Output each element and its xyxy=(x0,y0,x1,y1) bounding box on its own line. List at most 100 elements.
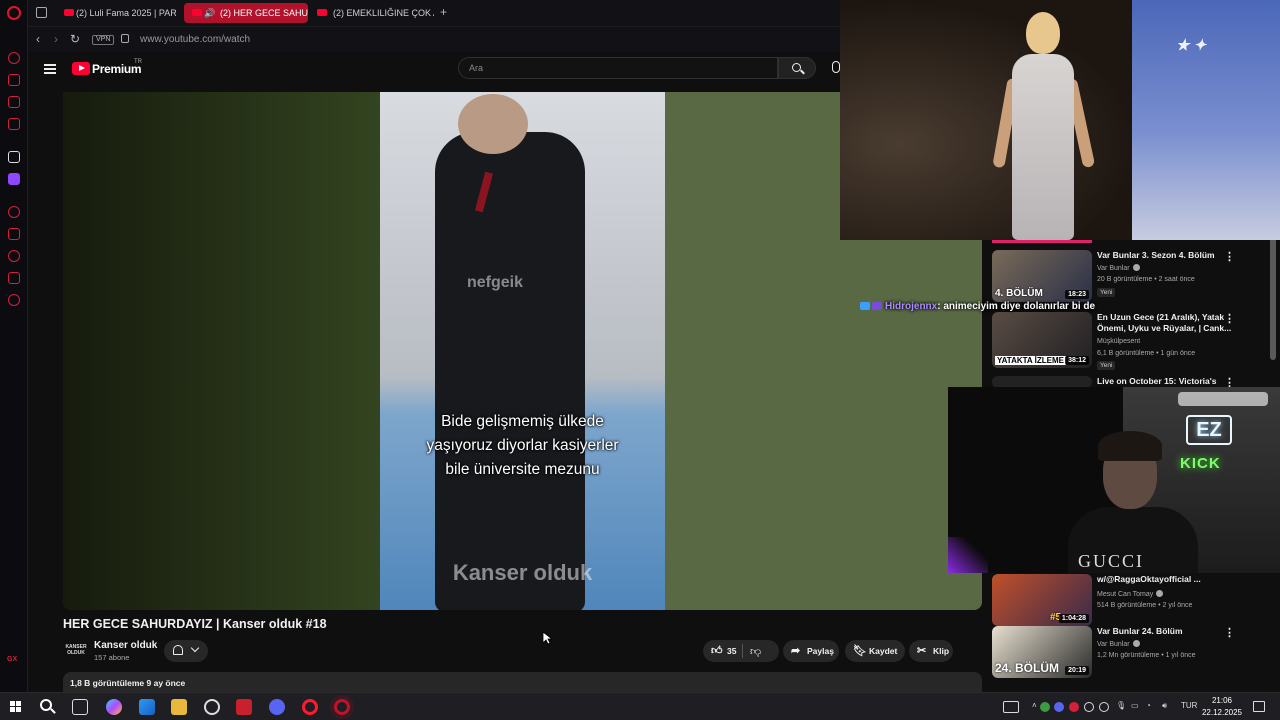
recommendation-item[interactable]: #5 1:04:28 w/@RaggaOktayofficial ... Mes… xyxy=(992,574,1267,626)
forward-button[interactable]: › xyxy=(54,32,58,46)
tab-her-gece-sahur[interactable]: 🔊 (2) HER GECE SAHUR xyxy=(184,3,308,23)
volume-icon[interactable]: 🔊︎ xyxy=(1162,701,1167,711)
discord-icon[interactable] xyxy=(269,699,285,715)
thumbnail-overlay-text: 4. BÖLÜM xyxy=(995,288,1043,299)
shirt-text: GUCCI xyxy=(1078,551,1145,571)
task-view-icon[interactable] xyxy=(72,699,88,715)
taskbar-search-icon[interactable] xyxy=(40,699,52,711)
youtube-logo-icon[interactable] xyxy=(72,62,90,75)
discord-tray-icon[interactable] xyxy=(1054,702,1064,712)
channel-name[interactable]: Kanser olduk xyxy=(94,640,157,651)
workspaces-icon[interactable] xyxy=(36,7,47,18)
windows-start-icon[interactable] xyxy=(10,701,22,713)
messenger-icon[interactable] xyxy=(8,96,20,108)
save-button[interactable]: 🔖︎ Kaydet xyxy=(845,640,905,662)
recommendation-thumbnail[interactable]: 24. BÖLÜM 20:19 xyxy=(992,626,1092,678)
more-vert-icon[interactable]: ⋮ xyxy=(1224,312,1235,325)
url-field[interactable]: www.youtube.com/watch xyxy=(140,34,250,45)
like-button[interactable]: 👍︎ 35 xyxy=(703,640,779,662)
tray-arrow-icon[interactable]: ˄ xyxy=(1032,701,1037,710)
reload-button[interactable]: ↻ xyxy=(70,32,80,46)
more-vert-icon[interactable]: ⋮ xyxy=(1224,250,1235,263)
thumbs-down-icon[interactable]: 👎︎ xyxy=(750,645,761,658)
recommendation-channel[interactable]: Var Bunlar xyxy=(1097,264,1140,272)
video-duration: 18:23 xyxy=(1065,290,1089,299)
nvidia-icon[interactable] xyxy=(1040,702,1050,712)
search-input[interactable] xyxy=(458,57,778,79)
outlook-icon[interactable] xyxy=(139,699,155,715)
opera-logo-icon[interactable] xyxy=(7,6,21,20)
back-button[interactable]: ‹ xyxy=(36,32,40,46)
refresh-icon[interactable] xyxy=(8,52,20,64)
recommendation-title[interactable]: En Uzun Gece (21 Aralık), Yatak Önemi, U… xyxy=(1097,312,1237,334)
recommendation-thumbnail[interactable]: #5 1:04:28 xyxy=(992,574,1092,626)
obs-icon[interactable] xyxy=(1099,702,1109,712)
thumbnail-overlay-text: YATAKTA İZLEME xyxy=(995,356,1066,365)
app-clock-icon[interactable] xyxy=(204,699,220,715)
notification-center-icon[interactable] xyxy=(1253,701,1265,712)
recommendation-thumbnail[interactable]: YATAKTA İZLEME 38:12 xyxy=(992,312,1092,368)
opera-gx-icon[interactable] xyxy=(334,699,350,715)
subtitle-line: Bide gelişmemiş ülkede xyxy=(441,413,604,430)
new-tab-button[interactable]: + xyxy=(440,5,447,19)
settings-icon[interactable] xyxy=(8,294,20,306)
lock-icon[interactable] xyxy=(121,34,129,43)
recommendation-channel[interactable]: Mesut Can Tomay xyxy=(1097,590,1164,598)
language-indicator[interactable]: TUR xyxy=(1181,701,1197,710)
wifi-icon[interactable]: ◔ xyxy=(1146,701,1151,710)
cam-purple-glow xyxy=(948,537,988,573)
new-badge: Yeni xyxy=(1097,288,1116,297)
keyboard-icon[interactable] xyxy=(1003,701,1019,713)
chat-badge-icon xyxy=(872,302,882,310)
history-icon[interactable] xyxy=(8,250,20,262)
cube-icon[interactable] xyxy=(8,228,20,240)
recommendation-item[interactable]: YATAKTA İZLEME 38:12 En Uzun Gece (21 Ar… xyxy=(992,312,1267,370)
recommendation-title[interactable]: Var Bunlar 24. Bölüm xyxy=(1097,626,1237,637)
microphone-icon[interactable] xyxy=(832,61,840,73)
opera-tray-icon[interactable] xyxy=(1069,702,1079,712)
network-icon[interactable]: ▭ xyxy=(1131,701,1139,710)
verified-icon xyxy=(1156,590,1164,597)
search-button[interactable] xyxy=(778,57,816,79)
player-icon[interactable] xyxy=(8,206,20,218)
file-explorer-icon[interactable] xyxy=(171,699,187,715)
video-watermark-top: nefgeik xyxy=(466,274,523,291)
voice-meeter-icon[interactable] xyxy=(236,699,252,715)
recommendation-title[interactable]: Var Bunlar 3. Sezon 4. Bölüm xyxy=(1097,250,1237,261)
like-divider xyxy=(742,644,743,658)
thumbnail-overlay-text: 24. BÖLÜM xyxy=(995,661,1060,675)
bag-icon[interactable] xyxy=(8,74,20,86)
clip-button[interactable]: ✂ Klip xyxy=(909,640,953,662)
video-frame: nefgeik Bide gelişmemiş ülkede yaşıyoruz… xyxy=(380,92,665,610)
recommendation-item[interactable]: 24. BÖLÜM 20:19 Var Bunlar 24. Bölüm Var… xyxy=(992,626,1267,678)
recommendation-thumbnail[interactable]: 4. BÖLÜM 18:23 xyxy=(992,250,1092,302)
channel-avatar[interactable]: KANSER OLDUK xyxy=(64,641,88,659)
opera-icon[interactable] xyxy=(302,699,318,715)
recommendation-channel[interactable]: Var Bunlar xyxy=(1097,640,1140,648)
twitch-icon[interactable] xyxy=(8,173,20,185)
notification-button[interactable] xyxy=(164,640,208,662)
send-icon[interactable] xyxy=(8,272,20,284)
tab-emekliligine[interactable]: (2) EMEKLILIĞINE ÇOK A xyxy=(309,3,434,23)
video-subtitles: Bide gelişmemiş ülkede yaşıyoruz diyorla… xyxy=(390,410,655,482)
description-box[interactable]: 1,8 B görüntüleme 9 ay önce xyxy=(63,672,982,692)
aria-icon[interactable] xyxy=(8,151,20,163)
instagram-icon[interactable] xyxy=(8,118,20,130)
cam-light xyxy=(1178,392,1268,406)
recommendation-title[interactable]: Live on October 15: Victoria's xyxy=(1097,376,1237,387)
recommendation-title[interactable]: w/@RaggaOktayofficial ... xyxy=(1097,574,1237,585)
recommendation-item[interactable]: 4. BÖLÜM 18:23 Var Bunlar 3. Sezon 4. Bö… xyxy=(992,250,1267,302)
vpn-badge[interactable]: VPN xyxy=(92,35,115,45)
recommendation-channel[interactable]: Müşkülpesent xyxy=(1097,338,1140,345)
microphone-tray-icon[interactable]: 🎙︎ xyxy=(1116,701,1126,710)
thumbs-up-icon: 👍︎ xyxy=(711,645,723,657)
tab-luli-fama[interactable]: (2) Luli Fama 2025 | PARA xyxy=(56,3,176,23)
hamburger-menu-icon[interactable] xyxy=(44,64,56,74)
system-clock[interactable]: 21:06 22.12.2025 xyxy=(1196,695,1248,719)
speaker-icon[interactable]: 🔊 xyxy=(204,3,215,23)
share-button[interactable]: ➦ Paylaş xyxy=(783,640,839,662)
more-vert-icon[interactable]: ⋮ xyxy=(1224,626,1235,639)
steam-icon[interactable] xyxy=(1084,702,1094,712)
copilot-icon[interactable] xyxy=(106,699,122,715)
progress-line xyxy=(992,240,1092,243)
